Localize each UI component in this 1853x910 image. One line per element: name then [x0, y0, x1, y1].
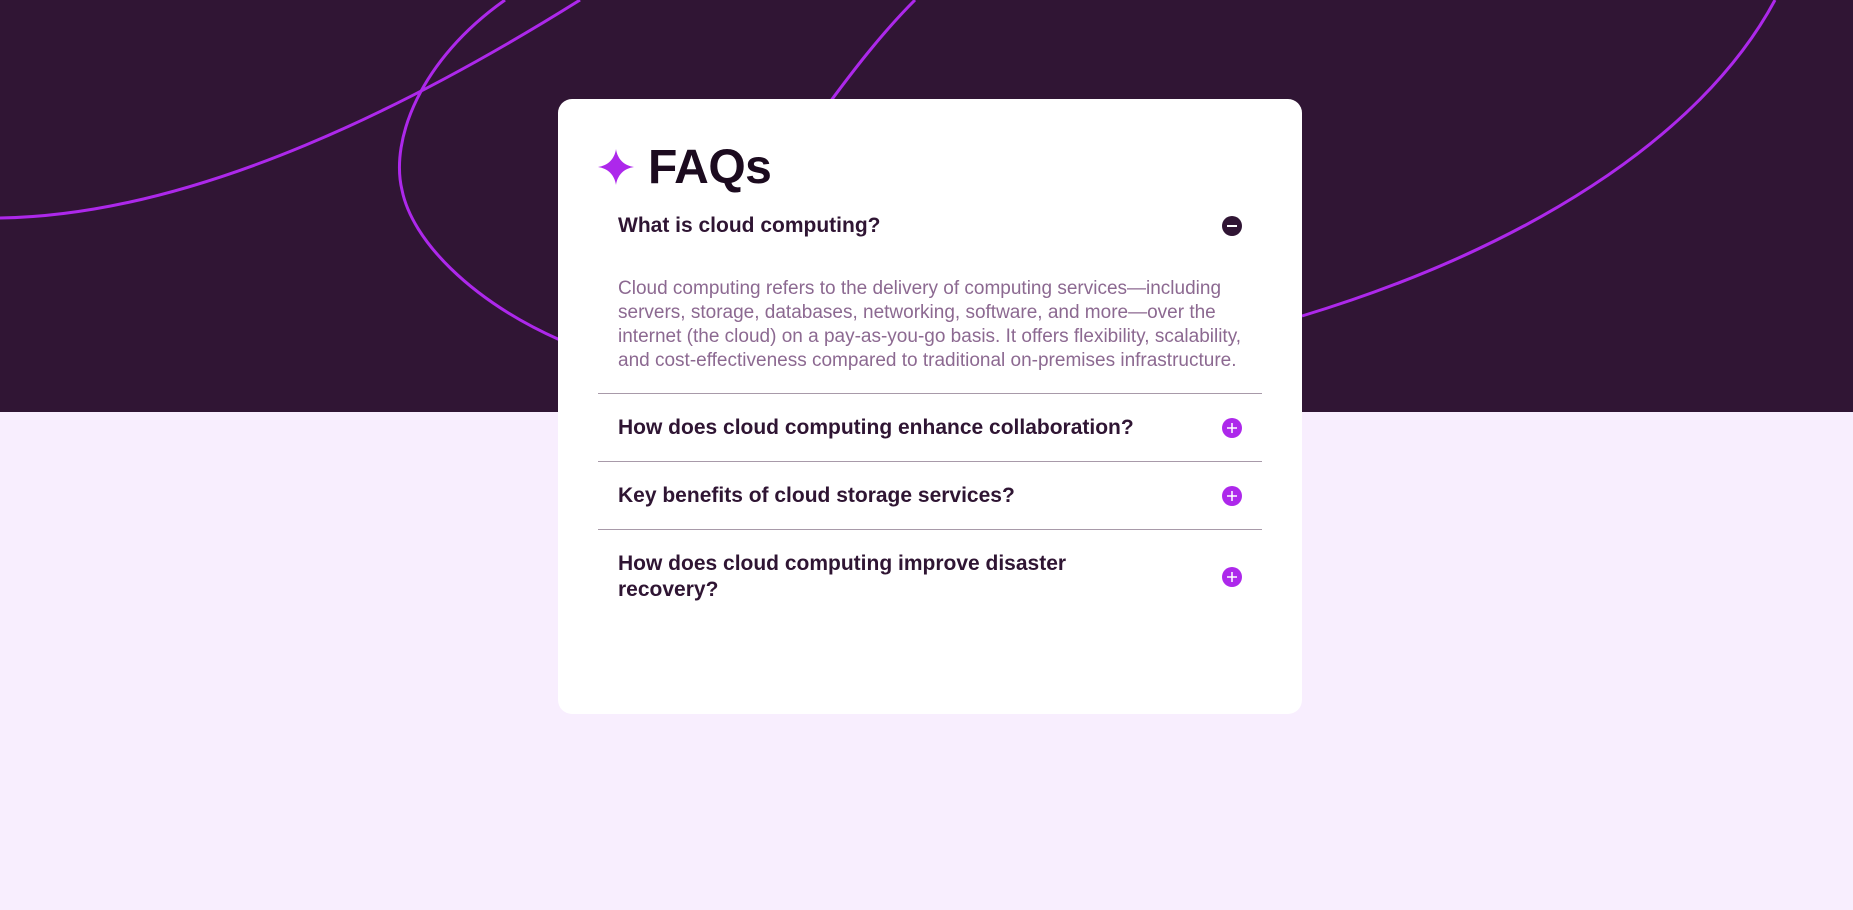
plus-icon[interactable]	[1222, 485, 1242, 506]
faq-question-button[interactable]: How does cloud computing enhance collabo…	[598, 415, 1262, 441]
faq-question-button[interactable]: What is cloud computing?	[598, 213, 1262, 239]
faq-item: What is cloud computing? Cloud computing…	[598, 203, 1262, 394]
faq-header: FAQs	[598, 139, 1262, 195]
faq-item: How does cloud computing enhance collabo…	[598, 394, 1262, 462]
minus-icon[interactable]	[1222, 216, 1242, 236]
faq-answer: Cloud computing refers to the delivery o…	[618, 278, 1242, 371]
faq-question-button[interactable]: How does cloud computing improve disaste…	[598, 551, 1262, 603]
page: FAQs What is cloud computing? Cloud comp…	[0, 0, 1853, 910]
faq-question-button[interactable]: Key benefits of cloud storage services?	[598, 483, 1262, 509]
plus-icon[interactable]	[1222, 417, 1242, 438]
faq-item: Key benefits of cloud storage services?	[598, 462, 1262, 530]
faq-card: FAQs What is cloud computing? Cloud comp…	[558, 99, 1302, 714]
page-title: FAQs	[648, 140, 772, 194]
faq-item: How does cloud computing improve disaste…	[598, 530, 1262, 624]
star-icon	[598, 149, 634, 185]
faq-question: How does cloud computing improve disaste…	[618, 552, 1067, 601]
faq-list: What is cloud computing? Cloud computing…	[598, 203, 1262, 624]
faq-question: What is cloud computing?	[618, 214, 881, 237]
faq-question: How does cloud computing enhance collabo…	[618, 415, 1134, 439]
plus-icon[interactable]	[1222, 567, 1242, 587]
faq-question: Key benefits of cloud storage services?	[618, 483, 1015, 507]
